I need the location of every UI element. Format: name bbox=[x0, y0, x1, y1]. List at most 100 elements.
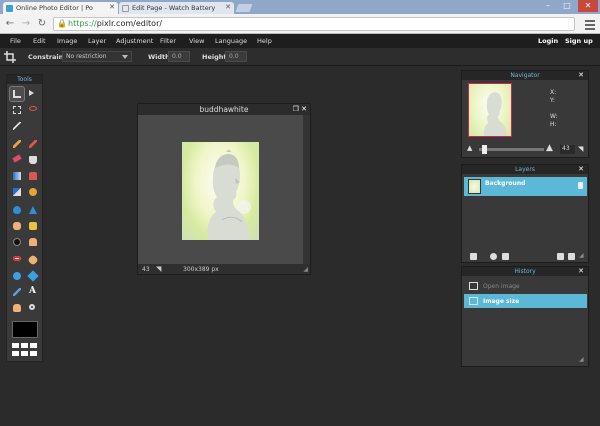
login-link[interactable]: Login bbox=[538, 37, 558, 45]
menu-file[interactable]: File bbox=[10, 37, 21, 45]
menu-view[interactable]: View bbox=[189, 37, 204, 45]
bloat-tool-button[interactable] bbox=[10, 269, 24, 283]
browser-menu-icon[interactable] bbox=[585, 18, 595, 30]
type-tool-button[interactable]: A bbox=[26, 285, 40, 299]
width-input[interactable]: 0.0 bbox=[168, 51, 190, 62]
resize-grip-icon[interactable]: ◢ bbox=[579, 252, 584, 259]
sharpen-tool-button[interactable] bbox=[26, 203, 40, 217]
navigator-zoom-input[interactable]: 43 bbox=[560, 145, 575, 154]
document-titlebar[interactable]: buddhawhite ❐ ✕ bbox=[138, 104, 310, 115]
gradient-tool-button[interactable] bbox=[10, 169, 24, 183]
crop-tool-icon bbox=[4, 51, 16, 63]
resize-grip-icon[interactable]: ◢ bbox=[303, 266, 308, 273]
browser-tab-photo-editor[interactable]: Online Photo Editor | Po ✕ bbox=[3, 2, 118, 14]
zoom-icon bbox=[29, 304, 35, 310]
dodge-tool-button[interactable] bbox=[10, 235, 24, 249]
close-window-icon[interactable]: ✕ bbox=[578, 0, 598, 12]
zoom-out-mountain-icon[interactable]: ▲ bbox=[467, 144, 472, 152]
pixlr-favicon-icon bbox=[6, 5, 13, 12]
menu-edit[interactable]: Edit bbox=[33, 37, 46, 45]
doc-zoom-value[interactable]: 43 bbox=[142, 266, 150, 273]
navigator-thumbnail[interactable] bbox=[468, 83, 512, 137]
height-label: Height bbox=[202, 53, 227, 61]
grid-view-button[interactable] bbox=[12, 343, 40, 357]
red-eye-tool-button[interactable] bbox=[10, 253, 24, 267]
marquee-tool-button[interactable] bbox=[10, 103, 24, 117]
crop-tool-button[interactable] bbox=[9, 86, 25, 102]
menu-adjustment[interactable]: Adjustment bbox=[116, 37, 153, 45]
sponge-tool-button[interactable] bbox=[26, 219, 40, 233]
forward-icon[interactable]: → bbox=[20, 18, 32, 30]
maximize-window-icon[interactable]: □ bbox=[557, 0, 577, 12]
smudge-tool-button[interactable] bbox=[10, 219, 24, 233]
lasso-tool-button[interactable] bbox=[26, 103, 40, 117]
move-tool-button[interactable] bbox=[26, 87, 40, 101]
menu-filter[interactable]: Filter bbox=[160, 37, 176, 45]
layer-row-background[interactable]: Background bbox=[464, 177, 587, 196]
history-title: History bbox=[514, 268, 536, 275]
color-replace-tool-button[interactable] bbox=[10, 185, 24, 199]
zoom-slider-track[interactable] bbox=[479, 148, 544, 151]
color-picker-tool-button[interactable] bbox=[10, 285, 24, 299]
spot-heal-tool-button[interactable] bbox=[26, 253, 40, 267]
browser-tab-edit-page[interactable]: Edit Page - Watch Battery ✕ bbox=[119, 2, 234, 14]
pinch-icon bbox=[27, 270, 39, 282]
delete-layer-icon[interactable] bbox=[568, 253, 575, 260]
layer-mask-icon[interactable] bbox=[490, 253, 497, 260]
zoom-tool-button[interactable] bbox=[26, 301, 40, 315]
history-footer: ◢ bbox=[462, 354, 588, 366]
history-item-open-image[interactable]: Open image bbox=[464, 279, 587, 293]
brush-tool-button[interactable] bbox=[26, 137, 40, 151]
layers-footer: ◢ bbox=[462, 250, 588, 262]
zoom-slider-handle[interactable] bbox=[482, 145, 487, 154]
restore-window-icon[interactable]: ❐ bbox=[293, 105, 299, 113]
pinch-tool-button[interactable] bbox=[26, 269, 40, 283]
wand-tool-button[interactable] bbox=[10, 119, 24, 133]
menu-layer[interactable]: Layer bbox=[88, 37, 106, 45]
signup-link[interactable]: Sign up bbox=[565, 37, 593, 45]
reload-icon[interactable]: ↻ bbox=[36, 18, 48, 30]
document-vertical-scrollbar[interactable] bbox=[303, 115, 310, 266]
close-navigator-icon[interactable]: ✕ bbox=[578, 71, 584, 80]
drawing-tool-button[interactable] bbox=[26, 185, 40, 199]
burn-tool-button[interactable] bbox=[26, 235, 40, 249]
tab-title: Edit Page - Watch Battery bbox=[132, 4, 216, 12]
constraint-select[interactable]: No restriction bbox=[62, 51, 132, 62]
document-canvas[interactable] bbox=[138, 115, 305, 266]
close-document-icon[interactable]: ✕ bbox=[301, 105, 307, 113]
lock-icon[interactable] bbox=[578, 182, 583, 189]
close-history-icon[interactable]: ✕ bbox=[578, 267, 584, 276]
url-path: pixlr.com/editor/ bbox=[96, 19, 163, 28]
minimize-window-icon[interactable]: – bbox=[538, 0, 558, 12]
zoom-dropdown-icon[interactable]: ◥ bbox=[578, 145, 583, 153]
eraser-tool-button[interactable] bbox=[10, 153, 24, 167]
stamp-tool-button[interactable] bbox=[26, 169, 40, 183]
menu-image[interactable]: Image bbox=[57, 37, 77, 45]
new-tab-button[interactable] bbox=[235, 4, 253, 12]
buddha-image[interactable] bbox=[182, 142, 259, 240]
close-tab-icon[interactable]: ✕ bbox=[109, 3, 115, 11]
history-item-image-size[interactable]: Image size bbox=[464, 294, 587, 308]
resize-grip-icon[interactable]: ◢ bbox=[579, 356, 584, 363]
layer-styles-icon[interactable] bbox=[502, 253, 509, 260]
address-bar[interactable]: 🔒 https://pixlr.com/editor/ bbox=[53, 17, 575, 31]
zoom-toggle-icon[interactable]: ◥ bbox=[156, 265, 161, 273]
hand-tool-button[interactable] bbox=[10, 301, 24, 315]
close-tab-icon[interactable]: ✕ bbox=[225, 3, 231, 11]
layer-settings-icon[interactable] bbox=[470, 253, 477, 260]
nav-w-label: W: bbox=[550, 113, 558, 120]
red-eye-icon bbox=[13, 256, 21, 261]
close-layers-icon[interactable]: ✕ bbox=[578, 165, 584, 174]
zoom-in-mountain-icon[interactable]: ▲ bbox=[546, 143, 553, 153]
foreground-color-swatch[interactable] bbox=[12, 321, 38, 338]
blur-tool-button[interactable] bbox=[10, 203, 24, 217]
height-input[interactable]: 0.0 bbox=[225, 51, 247, 62]
pencil-tool-button[interactable] bbox=[10, 137, 24, 151]
new-layer-icon[interactable] bbox=[557, 253, 564, 260]
menu-help[interactable]: Help bbox=[257, 37, 272, 45]
back-icon[interactable]: ← bbox=[4, 18, 16, 30]
workspace-scrollbar[interactable] bbox=[592, 66, 600, 426]
layers-title: Layers bbox=[515, 166, 535, 173]
bucket-tool-button[interactable] bbox=[26, 153, 40, 167]
menu-language[interactable]: Language bbox=[215, 37, 247, 45]
